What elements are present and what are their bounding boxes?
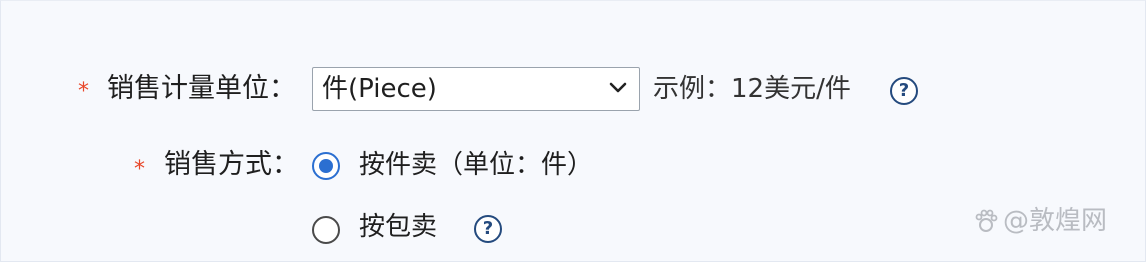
question-circle-icon[interactable]: ?	[890, 77, 918, 105]
unit-select[interactable]: 件(Piece)	[312, 67, 640, 111]
question-circle-icon[interactable]: ?	[474, 215, 502, 243]
radio-sell-by-pack[interactable]	[312, 216, 340, 244]
radio-sell-by-pack-label[interactable]: 按包卖	[359, 211, 437, 243]
unit-field-label: 销售计量单位：	[107, 73, 296, 104]
unit-select-value: 件(Piece)	[322, 74, 437, 104]
watermark-text: @敦煌网	[1003, 206, 1108, 236]
required-mark: *	[78, 79, 89, 104]
required-mark: *	[134, 157, 145, 182]
paw-logo-icon	[975, 209, 998, 232]
watermark: @敦煌网	[973, 205, 1107, 237]
sale-mode-label: 销售方式：	[164, 149, 299, 180]
chevron-down-icon[interactable]	[609, 81, 627, 95]
radio-sell-by-piece[interactable]	[312, 152, 340, 180]
unit-example-text: 示例：12美元/件	[653, 74, 851, 104]
radio-sell-by-piece-label[interactable]: 按件卖（单位：件）	[359, 149, 593, 181]
form-panel: * 销售计量单位： 件(Piece) 示例：12美元/件 ? * 销售方式： 按…	[0, 0, 1146, 262]
